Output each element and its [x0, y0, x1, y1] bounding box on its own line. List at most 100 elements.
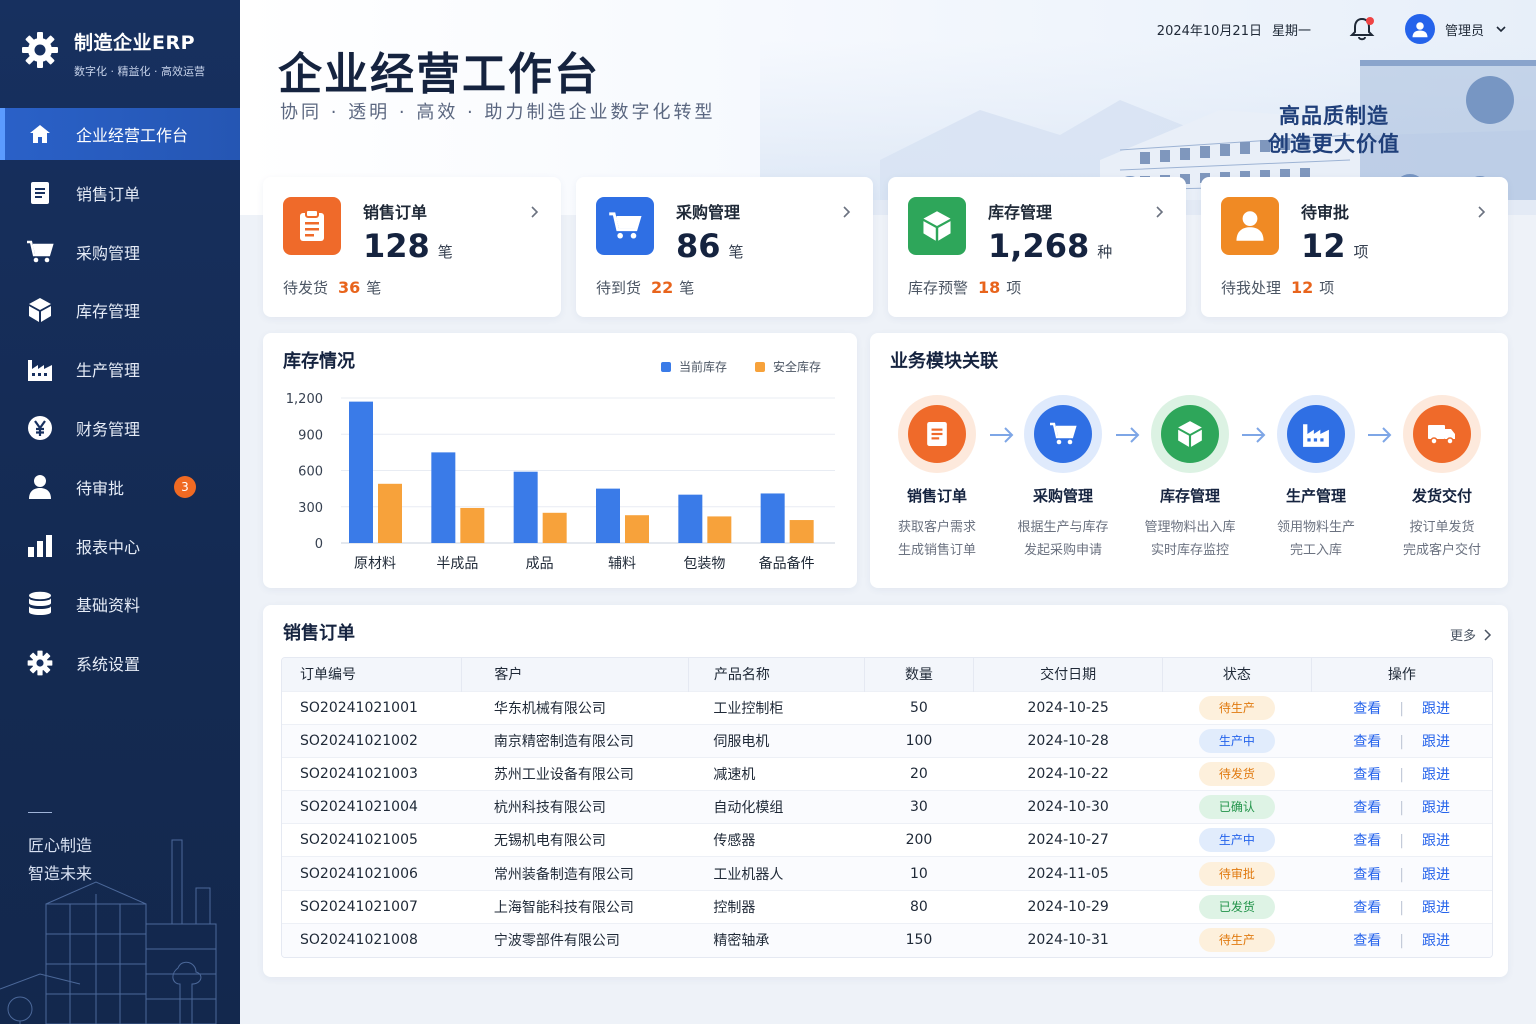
follow-up-link[interactable]: 跟进 [1422, 734, 1450, 750]
table-row[interactable]: SO20241021008 宁波零部件有限公司 精密轴承 150 2024-10-31 待… [282, 922, 1492, 957]
follow-up-link[interactable]: 跟进 [1422, 833, 1450, 849]
brand[interactable]: 制造企业ERP 数字化 · 精益化 · 高效运营 [20, 28, 205, 79]
chevron-right-icon[interactable] [527, 205, 541, 219]
stat-card-inventory[interactable]: 库存管理 1,268 种 库存预警 18 项 [888, 177, 1186, 317]
sidebar-item-label: 基础资料 [76, 596, 141, 616]
stat-footer: 库存预警 18 项 [908, 278, 1022, 297]
sidebar-item-purchasing[interactable]: 采购管理 [0, 226, 240, 278]
follow-up-link[interactable]: 跟进 [1422, 767, 1450, 783]
quantity: 150 [864, 922, 974, 957]
view-link[interactable]: 查看 [1353, 701, 1381, 717]
user-avatar-icon[interactable] [1404, 14, 1435, 44]
flow-node-name: 发货交付 [1411, 487, 1472, 505]
sidebar-item-production[interactable]: 生产管理 [0, 343, 240, 395]
sidebar-item-sales-orders[interactable]: 销售订单 [0, 167, 240, 219]
flow-node-inventory[interactable]: 库存管理 管理物料出入库 实时库存监控 [1126, 395, 1254, 562]
cart-icon [596, 197, 654, 255]
chevron-right-icon[interactable] [1152, 205, 1166, 219]
view-link[interactable]: 查看 [1353, 867, 1381, 883]
flow-node-name: 库存管理 [1159, 487, 1220, 505]
customer-name: 无锡机电有限公司 [461, 823, 689, 857]
status-cell: 生产中 [1162, 723, 1312, 758]
stat-card-purchasing[interactable]: 采购管理 86 笔 待到货 22 笔 [576, 177, 873, 317]
chevron-down-icon[interactable] [1494, 22, 1508, 36]
flow-node-production[interactable]: 生产管理 领用物料生产 完工入库 [1252, 395, 1380, 562]
factory-icon [26, 355, 54, 383]
chevron-right-icon[interactable] [839, 205, 853, 219]
view-link[interactable]: 查看 [1353, 933, 1381, 949]
view-link[interactable]: 查看 [1353, 900, 1381, 916]
column-header[interactable]: 数量 [864, 658, 975, 691]
quantity: 80 [864, 889, 974, 924]
flow-node-purchasing[interactable]: 采购管理 根据生产与库存 发起采购申请 [999, 395, 1127, 562]
table-row[interactable]: SO20241021002 南京精密制造有限公司 伺服电机 100 2024-10-28… [282, 723, 1492, 758]
flow-ring [1277, 395, 1355, 473]
sidebar-item-approvals[interactable]: 待审批 3 [0, 461, 240, 513]
stat-value: 86 笔 [676, 227, 744, 265]
sidebar-item-master-data[interactable]: 基础资料 [0, 578, 240, 630]
x-tick-label: 备品备件 [759, 555, 815, 572]
chevron-right-icon[interactable] [1474, 205, 1488, 219]
follow-up-link[interactable]: 跟进 [1422, 701, 1450, 717]
column-header[interactable]: 客户 [461, 658, 689, 691]
flow-node-desc: 获取客户需求 生成销售订单 [897, 520, 976, 558]
gear-icon [26, 649, 54, 677]
yen-icon [26, 414, 54, 442]
quantity: 20 [864, 756, 974, 791]
bar-safety [460, 507, 485, 543]
sidebar-item-reports[interactable]: 报表中心 [0, 520, 240, 572]
box-icon [1161, 405, 1219, 463]
status-cell: 待审批 [1162, 856, 1312, 891]
stat-card-sales[interactable]: 销售订单 128 笔 待发货 36 笔 [263, 177, 561, 317]
x-tick-label: 辅料 [608, 556, 636, 572]
status-cell: 待生产 [1162, 690, 1312, 725]
sidebar-item-inventory[interactable]: 库存管理 [0, 284, 240, 336]
stat-card-approvals[interactable]: 待审批 12 项 待我处理 12 项 [1201, 177, 1508, 317]
follow-up-link[interactable]: 跟进 [1422, 800, 1450, 816]
action-separator: | [1399, 866, 1404, 883]
column-header[interactable]: 操作 [1311, 658, 1492, 691]
column-header[interactable]: 订单编号 [282, 658, 463, 691]
product-name: 自动化模组 [688, 790, 865, 824]
column-header[interactable]: 状态 [1162, 658, 1312, 691]
notification-bell-icon[interactable] [1349, 16, 1375, 42]
brand-subtitle: 数字化 · 精益化 · 高效运营 [74, 65, 205, 78]
table-row[interactable]: SO20241021001 华东机械有限公司 工业控制柜 50 2024-10-25 待生… [282, 690, 1492, 725]
more-link[interactable]: 更多 [1450, 625, 1492, 644]
flow-node-delivery[interactable]: 发货交付 按订单发货 完成客户交付 [1378, 395, 1506, 562]
sidebar-item-label: 生产管理 [76, 361, 141, 381]
customer-name: 宁波零部件有限公司 [461, 922, 689, 957]
action-separator: | [1399, 700, 1404, 717]
bar-current [513, 471, 538, 543]
delivery-date: 2024-10-30 [973, 790, 1163, 824]
delivery-date: 2024-10-25 [973, 690, 1163, 725]
view-link[interactable]: 查看 [1353, 800, 1381, 816]
flow-ring [1403, 395, 1481, 473]
user-name[interactable]: 管理员 [1445, 20, 1484, 39]
table-row[interactable]: SO20241021004 杭州科技有限公司 自动化模组 30 2024-10-30 已确… [282, 790, 1492, 824]
follow-up-link[interactable]: 跟进 [1422, 867, 1450, 883]
column-header[interactable]: 交付日期 [973, 658, 1163, 691]
order-id: SO20241021005 [282, 823, 462, 857]
sidebar-item-finance[interactable]: 财务管理 [0, 402, 240, 454]
status-badge: 已发货 [1198, 894, 1275, 919]
table-row[interactable]: SO20241021005 无锡机电有限公司 传感器 200 2024-10-27 生产中… [282, 823, 1492, 857]
view-link[interactable]: 查看 [1353, 734, 1381, 750]
follow-up-link[interactable]: 跟进 [1422, 933, 1450, 949]
sidebar-item-workbench[interactable]: 企业经营工作台 [0, 108, 240, 160]
column-header[interactable]: 产品名称 [688, 658, 865, 691]
status-badge: 待发货 [1198, 761, 1275, 786]
stat-title: 库存管理 [988, 203, 1053, 222]
brand-title: 制造企业ERP [74, 32, 196, 54]
sidebar-item-settings[interactable]: 系统设置 [0, 637, 240, 689]
table-row[interactable]: SO20241021007 上海智能科技有限公司 控制器 80 2024-10-29 已发… [282, 889, 1492, 924]
flow-node-sales[interactable]: 销售订单 获取客户需求 生成销售订单 [873, 395, 1001, 562]
view-link[interactable]: 查看 [1353, 767, 1381, 783]
view-link[interactable]: 查看 [1353, 833, 1381, 849]
table-row[interactable]: SO20241021003 苏州工业设备有限公司 减速机 20 2024-10-22 待发… [282, 756, 1492, 791]
table-row[interactable]: SO20241021006 常州装备制造有限公司 工业机器人 10 2024-11-05… [282, 856, 1492, 891]
bar-current [596, 488, 620, 543]
y-tick-label: 300 [298, 501, 323, 516]
bar-current [431, 452, 456, 543]
follow-up-link[interactable]: 跟进 [1422, 900, 1450, 916]
